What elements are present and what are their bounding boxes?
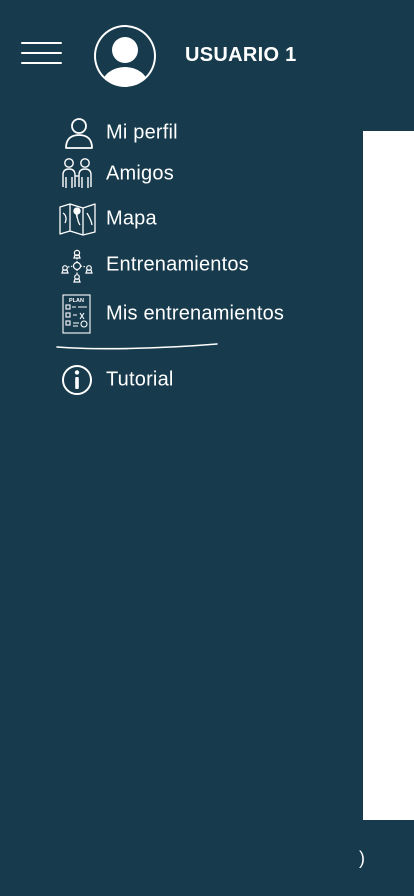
- app-screen: ) USUARIO 1 Mi perfil Amigos Mapa Entren…: [0, 0, 414, 896]
- nav-item-mis-entrenamientos[interactable]: PLAN Mis entrenamientos: [56, 292, 336, 336]
- nav-item-mi-perfil[interactable]: Mi perfil: [56, 113, 336, 153]
- hamburger-menu-button[interactable]: [18, 38, 64, 68]
- nav-item-tutorial[interactable]: Tutorial: [56, 360, 336, 400]
- main-content-panel[interactable]: [363, 131, 414, 820]
- map-icon: [59, 203, 96, 236]
- nav-label-entrenamientos: Entrenamientos: [106, 253, 249, 276]
- nav-label-amigos: Amigos: [106, 162, 174, 185]
- nav-item-amigos[interactable]: Amigos: [56, 154, 336, 194]
- username: USUARIO 1: [185, 44, 297, 66]
- nav-label-mapa: Mapa: [106, 207, 157, 230]
- active-item-underline: [56, 343, 218, 350]
- hamburger-menu-icon: [21, 42, 62, 44]
- user-outline-icon: [65, 118, 93, 149]
- drawer-header: USUARIO 1: [0, 0, 363, 110]
- nav-label-tutorial: Tutorial: [106, 368, 174, 391]
- nav-item-mapa[interactable]: Mapa: [56, 199, 336, 239]
- plan-checklist-icon: PLAN: [62, 294, 91, 334]
- training-network-icon: [61, 249, 93, 283]
- hamburger-line: [21, 52, 62, 54]
- nav-label-mi-perfil: Mi perfil: [106, 121, 178, 144]
- plan-icon-text: PLAN: [69, 298, 84, 304]
- nav-label-mis-entrenamientos: Mis entrenamientos: [106, 302, 285, 325]
- hamburger-line: [21, 62, 62, 64]
- friends-icon: [62, 158, 92, 188]
- user-avatar-icon[interactable]: [92, 23, 158, 89]
- nav-item-entrenamientos[interactable]: Entrenamientos: [56, 245, 336, 285]
- info-icon: [62, 365, 92, 395]
- bottom-glyph: ): [359, 848, 365, 868]
